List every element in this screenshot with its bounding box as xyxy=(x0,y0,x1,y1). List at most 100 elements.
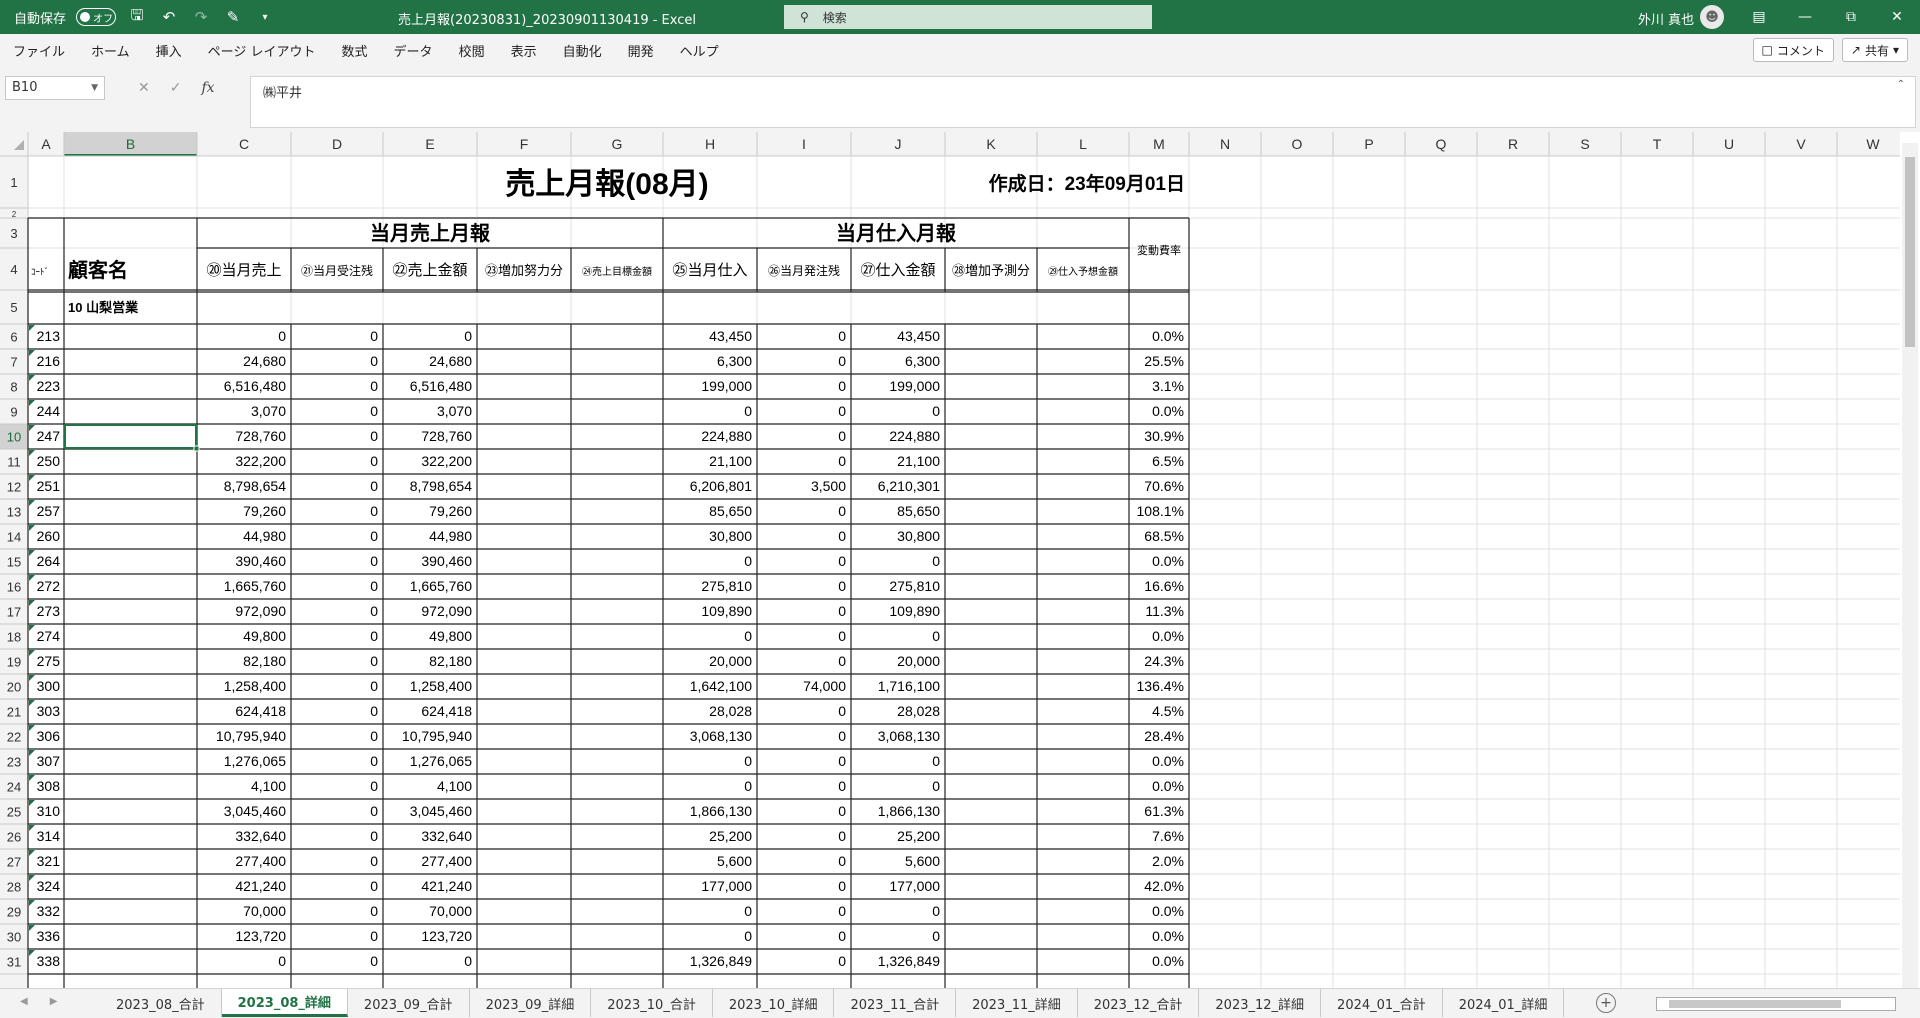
sheet-tab[interactable]: 2023_12_詳細 xyxy=(1199,989,1322,1017)
sheet-tab[interactable]: 2023_11_合計 xyxy=(834,989,957,1017)
column-header: V xyxy=(1796,136,1806,152)
share-button[interactable]: ↗ 共有 ▾ xyxy=(1841,38,1908,62)
error-indicator-icon xyxy=(29,725,35,731)
menu-item[interactable]: 挿入 xyxy=(143,41,195,60)
sheet-tab[interactable]: 2023_08_合計 xyxy=(100,989,222,1017)
autosave-toggle[interactable]: オフ xyxy=(76,8,117,26)
comment-button[interactable]: □ コメント xyxy=(1752,38,1834,62)
error-indicator-icon xyxy=(29,800,35,806)
cell-order: 0 xyxy=(370,928,378,944)
sheet-tab[interactable]: 2023_09_詳細 xyxy=(470,989,592,1017)
row-header: 11 xyxy=(7,455,21,470)
autosave-state: オフ xyxy=(93,13,114,25)
collapse-formula-icon[interactable]: ⌃ xyxy=(1897,79,1905,90)
cell-purchase: 1,642,100 xyxy=(690,678,752,694)
ribbon-display-icon[interactable]: ▤ xyxy=(1736,0,1782,34)
cell-sales: 624,418 xyxy=(235,703,286,719)
cell-code: 247 xyxy=(37,428,61,444)
sheet-tab[interactable]: 2023_12_合計 xyxy=(1078,989,1200,1017)
cell-rate: 2.0% xyxy=(1152,853,1184,869)
next-sheet-icon[interactable]: ▶ xyxy=(50,996,58,1007)
cell-rate: 6.5% xyxy=(1152,453,1184,469)
cell-order: 0 xyxy=(370,653,378,669)
row-header: 27 xyxy=(7,855,21,870)
cell-code: 213 xyxy=(37,328,61,344)
enter-icon[interactable]: ✓ xyxy=(170,80,182,96)
menu-item[interactable]: ヘルプ xyxy=(667,41,732,60)
horizontal-scrollbar[interactable] xyxy=(1656,997,1896,1011)
cell-code: 308 xyxy=(37,778,61,794)
insert-function-icon[interactable]: fx xyxy=(201,80,214,96)
sheet-tab[interactable]: 2023_10_詳細 xyxy=(713,989,835,1017)
menu-item[interactable]: 開発 xyxy=(615,41,667,60)
fill-handle[interactable] xyxy=(193,445,200,452)
cell-pamount: 0 xyxy=(932,903,940,919)
cell-porder: 0 xyxy=(838,328,846,344)
scroll-thumb[interactable] xyxy=(1905,157,1915,347)
cell-sales: 1,276,065 xyxy=(224,753,286,769)
sheet-tab[interactable]: 2023_08_詳細 xyxy=(221,989,348,1017)
add-sheet-button[interactable]: + xyxy=(1596,993,1616,1013)
menu-item[interactable]: 自動化 xyxy=(550,41,615,60)
search-box[interactable]: ⚲ 検索 xyxy=(784,5,1152,29)
cell-order: 0 xyxy=(370,578,378,594)
prev-sheet-icon[interactable]: ◀ xyxy=(20,996,28,1007)
cell-order: 0 xyxy=(370,378,378,394)
share-icon: ↗ xyxy=(1850,43,1861,57)
cell-porder: 0 xyxy=(838,528,846,544)
close-icon[interactable]: ✕ xyxy=(1874,0,1920,34)
cell-porder: 3,500 xyxy=(811,478,846,494)
cell-purchase: 109,890 xyxy=(701,603,752,619)
cell-rate: 68.5% xyxy=(1144,528,1184,544)
sheet-tab[interactable]: 2023_11_詳細 xyxy=(956,989,1078,1017)
undo-icon[interactable]: ↶ xyxy=(158,6,180,28)
chevron-down-icon[interactable]: ▼ xyxy=(91,77,98,99)
error-indicator-icon xyxy=(29,775,35,781)
cell-order: 0 xyxy=(370,603,378,619)
sheet-tab[interactable]: 2023_09_合計 xyxy=(348,989,470,1017)
cancel-icon[interactable]: ✕ xyxy=(138,80,150,96)
menu-item[interactable]: ホーム xyxy=(78,41,143,60)
column-title: ㉘増加予測分 xyxy=(952,263,1030,278)
restore-icon[interactable]: ⧉ xyxy=(1828,0,1874,34)
formula-input[interactable]: ㈱平井 ⌃ xyxy=(250,76,1916,128)
cell-pamount: 6,300 xyxy=(905,353,940,369)
menu-item[interactable]: データ xyxy=(381,41,446,60)
title-bar: 自動保存 オフ 🖫 ↶ ↷ ✎ ▾ 売上月報(20230831)_2023090… xyxy=(0,0,1920,34)
menu-item[interactable]: ページ レイアウト xyxy=(195,41,329,60)
column-header: J xyxy=(895,136,902,152)
sheet-tab[interactable]: 2024_01_合計 xyxy=(1321,989,1443,1017)
cell-sales: 322,200 xyxy=(235,453,286,469)
format-painter-icon[interactable]: ✎ xyxy=(222,6,244,28)
sheet-tab[interactable]: 2024_01_詳細 xyxy=(1443,989,1565,1017)
scroll-thumb[interactable] xyxy=(1669,1000,1841,1008)
cell-amount: 4,100 xyxy=(437,778,472,794)
column-header: S xyxy=(1580,136,1589,152)
cell-rate: 70.6% xyxy=(1144,478,1184,494)
cell-rate: 3.1% xyxy=(1152,378,1184,394)
save-icon[interactable]: 🖫 xyxy=(126,6,148,28)
menu-item[interactable]: 表示 xyxy=(498,41,550,60)
user-name[interactable]: 外川 真也 xyxy=(1638,9,1694,28)
column-title: ㉓増加努力分 xyxy=(485,263,563,278)
minimize-icon[interactable]: — xyxy=(1782,0,1828,34)
sheet-tab[interactable]: 2023_10_合計 xyxy=(591,989,713,1017)
grid-canvas[interactable]: A B C D E F G H I J K L M N O P Q R S T U V W12345678910111213… xyxy=(0,132,1900,988)
cell-sales: 332,640 xyxy=(235,828,286,844)
cell-purchase: 199,000 xyxy=(701,378,752,394)
cell-amount: 70,000 xyxy=(429,903,472,919)
vertical-scrollbar[interactable] xyxy=(1902,143,1918,988)
menu-item[interactable]: ファイル xyxy=(0,41,78,60)
menu-item[interactable]: 数式 xyxy=(329,41,381,60)
active-cell[interactable] xyxy=(64,424,197,449)
name-box[interactable]: B10 ▼ xyxy=(5,76,105,100)
cell-amount: 8,798,654 xyxy=(410,478,472,494)
cell-purchase: 0 xyxy=(744,553,752,569)
cell-code: 300 xyxy=(37,678,61,694)
customize-qat-icon[interactable]: ▾ xyxy=(254,6,276,28)
avatar[interactable]: ☻ xyxy=(1700,5,1724,29)
redo-icon[interactable]: ↷ xyxy=(190,6,212,28)
worksheet-grid[interactable]: A B C D E F G H I J K L M N O P Q R S T U V W 1 2 3 4 5 6 7 8 9 10 11 12 13… xyxy=(0,132,1920,988)
column-title: ㉕当月仕入 xyxy=(672,262,747,279)
menu-item[interactable]: 校閲 xyxy=(446,41,498,60)
